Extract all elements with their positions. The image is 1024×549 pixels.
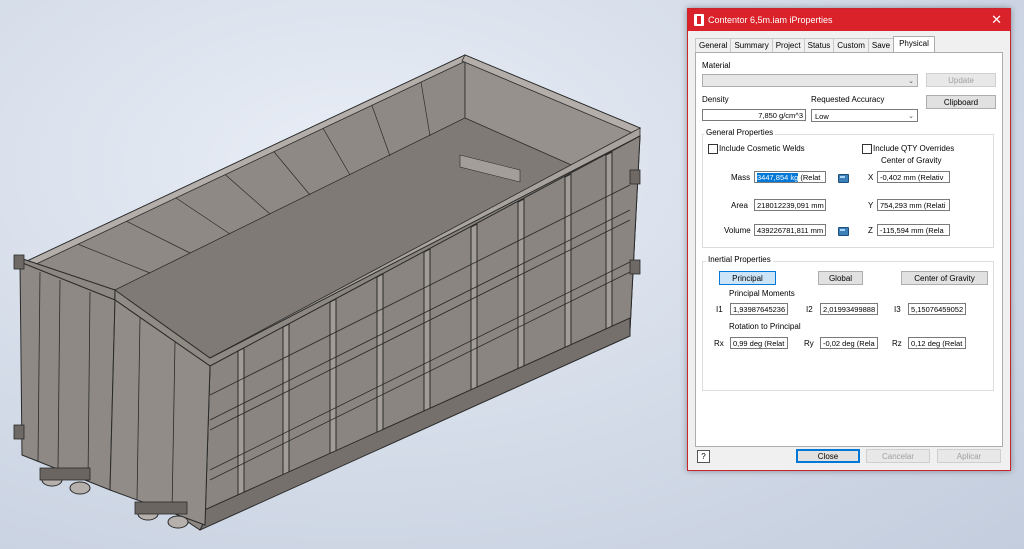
principal-button[interactable]: Principal (719, 271, 776, 285)
material-label: Material (702, 61, 731, 70)
calculator-icon[interactable] (838, 227, 849, 236)
rz-label: Rz (892, 339, 902, 348)
global-button[interactable]: Global (818, 271, 863, 285)
qty-overrides-checkbox[interactable] (862, 144, 872, 154)
cosmetic-welds-checkbox[interactable] (708, 144, 718, 154)
tab-status[interactable]: Status (803, 38, 835, 52)
volume-label: Volume (724, 226, 751, 235)
tab-save[interactable]: Save (867, 38, 895, 52)
rx-label: Rx (714, 339, 724, 348)
dialog-titlebar[interactable]: Contentor 6,5m.iam iProperties ✕ (688, 9, 1010, 31)
rx-field[interactable]: 0,99 deg (Relat (730, 337, 788, 349)
tab-project[interactable]: Project (771, 38, 805, 52)
center-of-gravity-button[interactable]: Center of Gravity (901, 271, 988, 285)
ry-field[interactable]: -0,02 deg (Rela (820, 337, 878, 349)
close-button[interactable]: Close (796, 449, 860, 463)
update-button[interactable]: Update (926, 73, 996, 87)
accuracy-select[interactable]: Low ⌄ (811, 109, 918, 122)
center-of-gravity-title: Center of Gravity (881, 156, 942, 165)
accuracy-label: Requested Accuracy (811, 95, 885, 104)
tab-custom[interactable]: Custom (833, 38, 869, 52)
rotation-to-principal-title: Rotation to Principal (729, 322, 801, 331)
i1-field[interactable]: 1,93987645236 (730, 303, 788, 315)
accuracy-value: Low (815, 112, 829, 121)
chevron-down-icon: ⌄ (908, 78, 914, 85)
chevron-down-icon: ⌄ (908, 113, 914, 120)
inertial-properties-title: Inertial Properties (706, 255, 773, 264)
mass-field[interactable]: 3447,854 kg (Relat (754, 171, 826, 183)
area-field[interactable]: 218012239,091 mm (754, 199, 826, 211)
i2-field[interactable]: 2,01993499888 (820, 303, 878, 315)
close-icon[interactable]: ✕ (991, 12, 1002, 28)
i3-field[interactable]: 5,15076459052 (908, 303, 966, 315)
i2-label: I2 (806, 305, 813, 314)
tab-strip: General Summary Project Status Custom Sa… (695, 36, 935, 52)
inventor-app-icon (694, 14, 704, 26)
mass-value-selected: 3447,854 kg (757, 173, 799, 182)
apply-button[interactable]: Aplicar (937, 449, 1001, 463)
rz-field[interactable]: 0,12 deg (Relat (908, 337, 966, 349)
cog-x-label: X (868, 173, 874, 182)
qty-overrides-label: Include QTY Overrides (873, 144, 955, 153)
i1-label: I1 (716, 305, 723, 314)
physical-panel: Material ⌄ Update Density 7,850 g/cm^3 R… (695, 52, 1003, 447)
cosmetic-welds-label: Include Cosmetic Welds (719, 144, 805, 153)
density-field[interactable]: 7,850 g/cm^3 (702, 109, 806, 121)
material-select[interactable]: ⌄ (702, 74, 918, 87)
i3-label: I3 (894, 305, 901, 314)
general-properties-title: General Properties (704, 128, 776, 137)
cog-y-label: Y (868, 201, 874, 210)
cog-x-field[interactable]: -0,402 mm (Relativ (877, 171, 950, 183)
principal-moments-title: Principal Moments (729, 289, 795, 298)
help-icon[interactable]: ? (697, 450, 710, 463)
tab-physical[interactable]: Physical (893, 36, 935, 52)
3d-viewport[interactable] (0, 0, 690, 549)
mass-label: Mass (731, 173, 751, 182)
container-model[interactable] (0, 0, 690, 549)
cog-z-field[interactable]: -115,594 mm (Rela (877, 224, 950, 236)
mass-value-rest: (Relat (798, 173, 821, 182)
area-label: Area (731, 201, 748, 210)
cog-z-label: Z (868, 226, 873, 235)
clipboard-button[interactable]: Clipboard (926, 95, 996, 109)
iproperties-dialog: Contentor 6,5m.iam iProperties ✕ General… (687, 8, 1011, 471)
cancel-button[interactable]: Cancelar (866, 449, 930, 463)
dialog-title: Contentor 6,5m.iam iProperties (708, 15, 833, 25)
tab-general[interactable]: General (695, 38, 732, 52)
calculator-icon[interactable] (838, 174, 849, 183)
tab-summary[interactable]: Summary (730, 38, 773, 52)
cog-y-field[interactable]: 754,293 mm (Relati (877, 199, 950, 211)
volume-field[interactable]: 439226781,811 mm (754, 224, 826, 236)
density-label: Density (702, 95, 729, 104)
ry-label: Ry (804, 339, 814, 348)
